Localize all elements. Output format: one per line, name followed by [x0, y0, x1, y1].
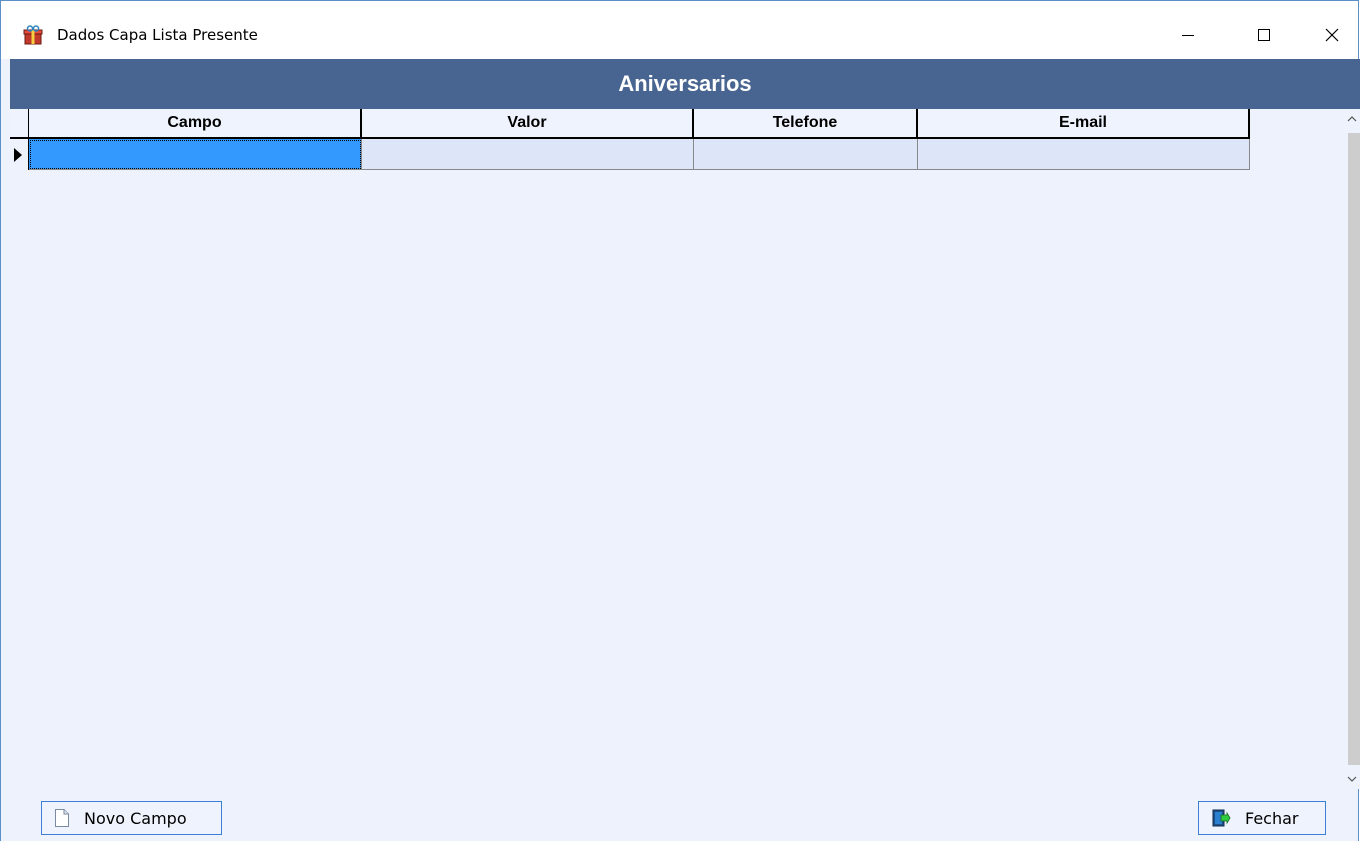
column-header-valor[interactable]: Valor — [362, 109, 694, 139]
close-icon — [1325, 28, 1339, 42]
row-indicator[interactable] — [10, 139, 29, 170]
cell-telefone[interactable] — [694, 139, 918, 170]
cell-campo[interactable] — [29, 139, 362, 170]
section-title: Aniversarios — [618, 71, 752, 96]
exit-door-icon — [1211, 809, 1231, 827]
column-header-campo[interactable]: Campo — [29, 109, 362, 139]
title-bar[interactable]: Dados Capa Lista Presente — [1, 1, 1358, 59]
vertical-scrollbar[interactable] — [1344, 109, 1360, 789]
minimize-button[interactable] — [1165, 15, 1211, 55]
gift-app-icon — [23, 25, 43, 45]
scroll-up-button[interactable] — [1344, 109, 1360, 129]
close-button[interactable] — [1309, 15, 1355, 55]
maximize-icon — [1258, 29, 1270, 41]
section-header: Aniversarios — [10, 59, 1360, 109]
application-window: Dados Capa Lista Presente Aniversarios C… — [0, 0, 1360, 841]
row-indicator-header — [10, 109, 29, 139]
new-field-button[interactable]: Novo Campo — [41, 801, 222, 835]
chevron-up-icon — [1347, 116, 1357, 122]
scroll-down-button[interactable] — [1344, 769, 1360, 789]
current-row-arrow-icon — [14, 148, 22, 162]
window-title: Dados Capa Lista Presente — [57, 26, 258, 44]
minimize-icon — [1182, 35, 1194, 36]
column-header-email[interactable]: E-mail — [918, 109, 1250, 139]
cell-email[interactable] — [918, 139, 1250, 170]
close-form-button[interactable]: Fechar — [1198, 801, 1326, 835]
maximize-button[interactable] — [1241, 15, 1287, 55]
document-icon — [54, 808, 70, 828]
scroll-thumb[interactable] — [1348, 133, 1360, 765]
chevron-down-icon — [1347, 776, 1357, 782]
table-row[interactable] — [10, 139, 1250, 170]
column-header-telefone[interactable]: Telefone — [694, 109, 918, 139]
new-field-label: Novo Campo — [84, 808, 187, 828]
data-grid[interactable]: Campo Valor Telefone E-mail — [10, 109, 1344, 789]
close-form-label: Fechar — [1245, 808, 1299, 828]
cell-valor[interactable] — [362, 139, 694, 170]
grid-header-row: Campo Valor Telefone E-mail — [10, 109, 1250, 139]
